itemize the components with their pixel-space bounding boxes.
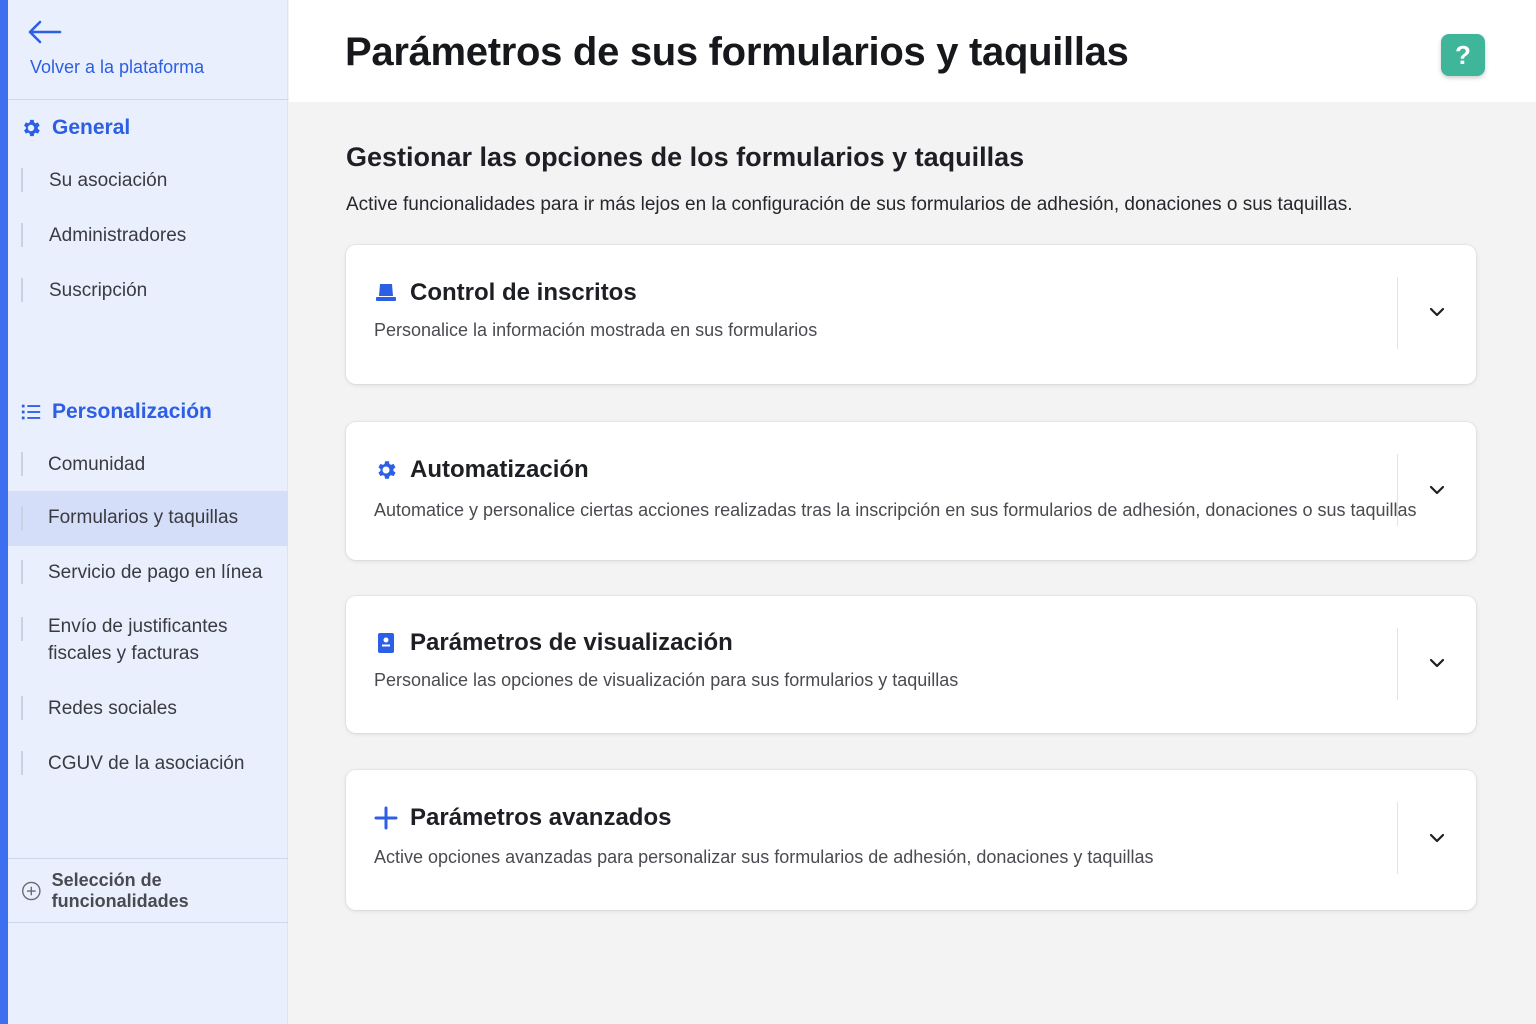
card-title: Control de inscritos <box>410 279 637 306</box>
header: Parámetros de sus formularios y taquilla… <box>289 0 1536 102</box>
sidebar-item-comunidad[interactable]: Comunidad <box>8 450 288 478</box>
nav-tick <box>21 751 23 775</box>
stand-icon <box>376 284 396 301</box>
sidebar-item-label: Comunidad <box>48 453 146 475</box>
sidebar-item-label: Servicio de pago en línea <box>48 561 263 583</box>
card-control-de-inscritos[interactable]: Control de inscritos Personalice la info… <box>346 245 1476 384</box>
sidebar-item-cguv[interactable]: CGUV de la asociación <box>8 749 288 777</box>
sidebar-item-suscripcion[interactable]: Suscripción <box>8 276 288 304</box>
divider <box>8 922 288 923</box>
badge-icon <box>378 633 394 653</box>
sidebar: Volver a la plataforma General Su asocia… <box>0 0 288 1024</box>
sidebar-item-label: Su asociación <box>49 169 168 191</box>
card-parametros-avanzados[interactable]: Parámetros avanzados Active opciones ava… <box>346 770 1476 910</box>
back-to-platform[interactable]: Volver a la plataforma <box>8 0 288 100</box>
card-title: Parámetros avanzados <box>410 804 672 831</box>
plus-icon <box>374 806 398 830</box>
sidebar-item-su-asociacion[interactable]: Su asociación <box>8 166 288 194</box>
card-description: Personalice la información mostrada en s… <box>374 320 818 340</box>
gear-icon <box>378 461 396 479</box>
card-title-row: Control de inscritos <box>374 279 637 307</box>
nav-tick <box>21 168 23 192</box>
sidebar-item-envio-de-justificantes[interactable]: Envío de justificantes fiscales y factur… <box>8 613 288 669</box>
back-to-platform-link[interactable]: Volver a la plataforma <box>30 57 204 78</box>
sidebar-item-administradores[interactable]: Administradores <box>8 221 288 249</box>
page-title: Parámetros de sus formularios y taquilla… <box>345 30 1129 74</box>
section-personalizacion: Personalización <box>8 400 212 424</box>
card-parametros-de-visualizacion[interactable]: Parámetros de visualización Personalice … <box>346 596 1476 733</box>
card-description: Active opciones avanzadas para personali… <box>374 847 1154 867</box>
plus-circle-icon <box>22 881 41 901</box>
card-separator <box>1397 802 1398 874</box>
sidebar-item-formularios-y-taquillas[interactable]: Formularios y taquillas <box>8 491 288 546</box>
card-title: Parámetros de visualización <box>410 629 733 656</box>
arrow-left-icon[interactable] <box>26 18 62 46</box>
nav-tick <box>21 617 23 641</box>
nav-tick <box>21 278 23 302</box>
sidebar-item-label: Redes sociales <box>48 697 177 719</box>
sidebar-item-label: Formularios y taquillas <box>48 507 239 528</box>
card-automatizacion[interactable]: Automatización Automatice y personalice … <box>346 422 1476 560</box>
divider <box>8 858 288 859</box>
card-title: Automatización <box>410 456 589 483</box>
nav-tick <box>21 560 23 584</box>
sidebar-item-label: Suscripción <box>49 279 148 301</box>
nav-tick <box>21 223 23 247</box>
chevron-down-icon[interactable] <box>1428 481 1446 499</box>
section-personalizacion-title: Personalización <box>52 400 212 423</box>
sidebar-item-label-line-2: fiscales y facturas <box>48 643 199 664</box>
section-heading: Gestionar las opciones de los formulario… <box>346 142 1025 172</box>
card-separator <box>1397 454 1398 526</box>
card-separator <box>1397 628 1398 700</box>
list-icon <box>21 404 41 420</box>
help-icon: ? <box>1455 39 1471 70</box>
card-title-row: Parámetros de visualización <box>374 629 733 657</box>
section-general: General <box>8 116 130 140</box>
chevron-down-icon[interactable] <box>1428 303 1446 321</box>
sidebar-item-servicio-de-pago[interactable]: Servicio de pago en línea <box>8 558 288 586</box>
chevron-down-icon[interactable] <box>1428 829 1446 847</box>
feature-selection-button[interactable]: Selección de funcionalidades <box>8 860 288 922</box>
feature-selection-label: Selección de funcionalidades <box>51 870 189 911</box>
nav-tick <box>21 696 23 720</box>
sidebar-item-label: CGUV de la asociación <box>48 752 245 774</box>
card-separator <box>1397 277 1398 349</box>
nav-tick <box>21 452 23 476</box>
sidebar-item-redes-sociales[interactable]: Redes sociales <box>8 694 288 722</box>
card-description: Automatice y personalice ciertas accione… <box>374 500 1417 520</box>
sidebar-accent-rail <box>0 0 8 1024</box>
help-button[interactable]: ? <box>1441 34 1485 76</box>
sidebar-item-label: Administradores <box>49 224 187 246</box>
gear-icon <box>24 119 40 137</box>
card-title-row: Automatización <box>374 456 589 484</box>
section-description: Active funcionalidades para ir más lejos… <box>346 194 1353 215</box>
chevron-down-icon[interactable] <box>1428 654 1446 672</box>
sidebar-item-label-line-1: Envío de justificantes <box>48 616 228 637</box>
card-title-row: Parámetros avanzados <box>374 804 671 832</box>
section-general-title: General <box>52 116 131 139</box>
card-description: Personalice las opciones de visualizació… <box>374 670 959 690</box>
nav-tick <box>21 506 23 530</box>
